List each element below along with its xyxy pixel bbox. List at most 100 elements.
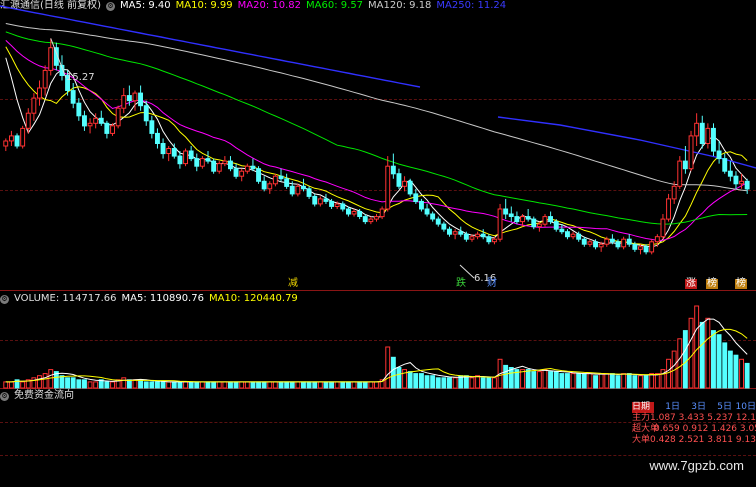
event-marker-finance[interactable]: 财 [486,279,498,289]
row-label: 超大单 [632,424,660,434]
candle [20,127,26,147]
volume-bar [87,381,93,389]
candle [654,236,660,243]
volume-bar [228,381,233,389]
candle [329,200,335,207]
volume-bar [250,381,256,389]
candle [115,107,121,127]
candle [385,165,391,210]
candle [244,165,250,172]
candle [396,173,402,187]
volume-bar [317,381,323,389]
candle [340,203,346,210]
volume-ma5-label: MA5: 110890.76 [121,293,204,304]
candle [424,208,430,215]
candle [317,198,323,205]
volume-bar [374,381,379,389]
candle [497,208,503,240]
candle [14,135,20,147]
candle [694,122,700,137]
candle [649,241,655,253]
candle [334,203,340,207]
candle [368,218,374,223]
volume-bar [705,317,711,389]
settings-icon[interactable]: ⚙ [0,391,9,401]
volume-bar [744,362,750,389]
candle [374,216,379,220]
candle [188,150,194,160]
candle [570,233,576,238]
candle [536,223,542,228]
event-marker-reduce[interactable]: 减 [287,279,299,289]
table-row: 大单 0.428 2.521 3.811 9.132 [632,435,756,446]
volume-bar [272,381,278,389]
candle [261,180,267,190]
candle [553,221,559,230]
candle [739,180,744,185]
volume-bar [492,377,497,389]
candle [205,158,211,162]
volume-bar [480,377,486,389]
event-marker-list[interactable]: 榜 [735,279,747,289]
volume-bar [576,373,582,389]
volume-bar [177,381,183,389]
volume-bar [329,381,335,389]
volume-bar [727,350,733,389]
candle [621,238,627,248]
table-row: 主力 1.087 3.433 5.237 12.189 [632,413,756,424]
candle [581,238,587,245]
tab-1day[interactable]: 1日 [654,402,680,413]
row-label: 主力 [632,413,651,423]
low-price-leader [459,264,475,279]
volume-bar [104,381,110,389]
ma20-line [5,40,748,241]
candle [48,47,54,71]
volume-bar [295,381,301,389]
volume-bar [346,381,351,389]
candle [688,135,694,170]
tab-5day[interactable]: 5日 [706,402,732,413]
volume-bar [9,381,14,389]
candle [705,127,711,144]
candle [76,102,82,117]
candle [475,233,481,238]
candle [25,112,31,129]
volume-bar [621,373,627,389]
candle [87,122,93,127]
volume-bar [649,373,655,389]
volume-bar [390,356,396,389]
volume-bar [149,381,155,389]
candle [480,233,486,238]
event-marker-fall[interactable]: 跌 [455,279,467,289]
volume-bar [407,371,413,389]
volume-bar [76,379,82,389]
candle [660,218,666,238]
volume-label: VOLUME: 114717.66 [14,293,117,304]
event-marker-list[interactable]: 榜 [706,279,718,289]
high-price-label: 15.27 [66,72,95,83]
settings-icon[interactable]: ⚙ [0,294,9,304]
candle [289,185,295,195]
candle [272,175,278,185]
ma250-line [497,116,756,169]
volume-bar [447,377,452,389]
candle [98,117,104,124]
tab-10day[interactable]: 10日 [732,402,756,413]
fund-flow-title: 免费资金流向 [14,390,74,401]
tab-3day[interactable]: 3日 [680,402,706,413]
candle [559,228,565,233]
candle [503,208,509,215]
volume-bar [396,367,402,389]
candle [82,115,87,127]
volume-bar [424,375,430,389]
candle [402,180,408,187]
volume-bar [37,375,42,389]
candle [626,238,632,245]
volume-bar [160,381,166,389]
candle [295,185,301,195]
event-marker-rise[interactable]: 涨 [685,279,697,289]
volume-bar [626,373,632,389]
candle [42,69,48,89]
candle [138,92,144,107]
candle [351,211,357,215]
